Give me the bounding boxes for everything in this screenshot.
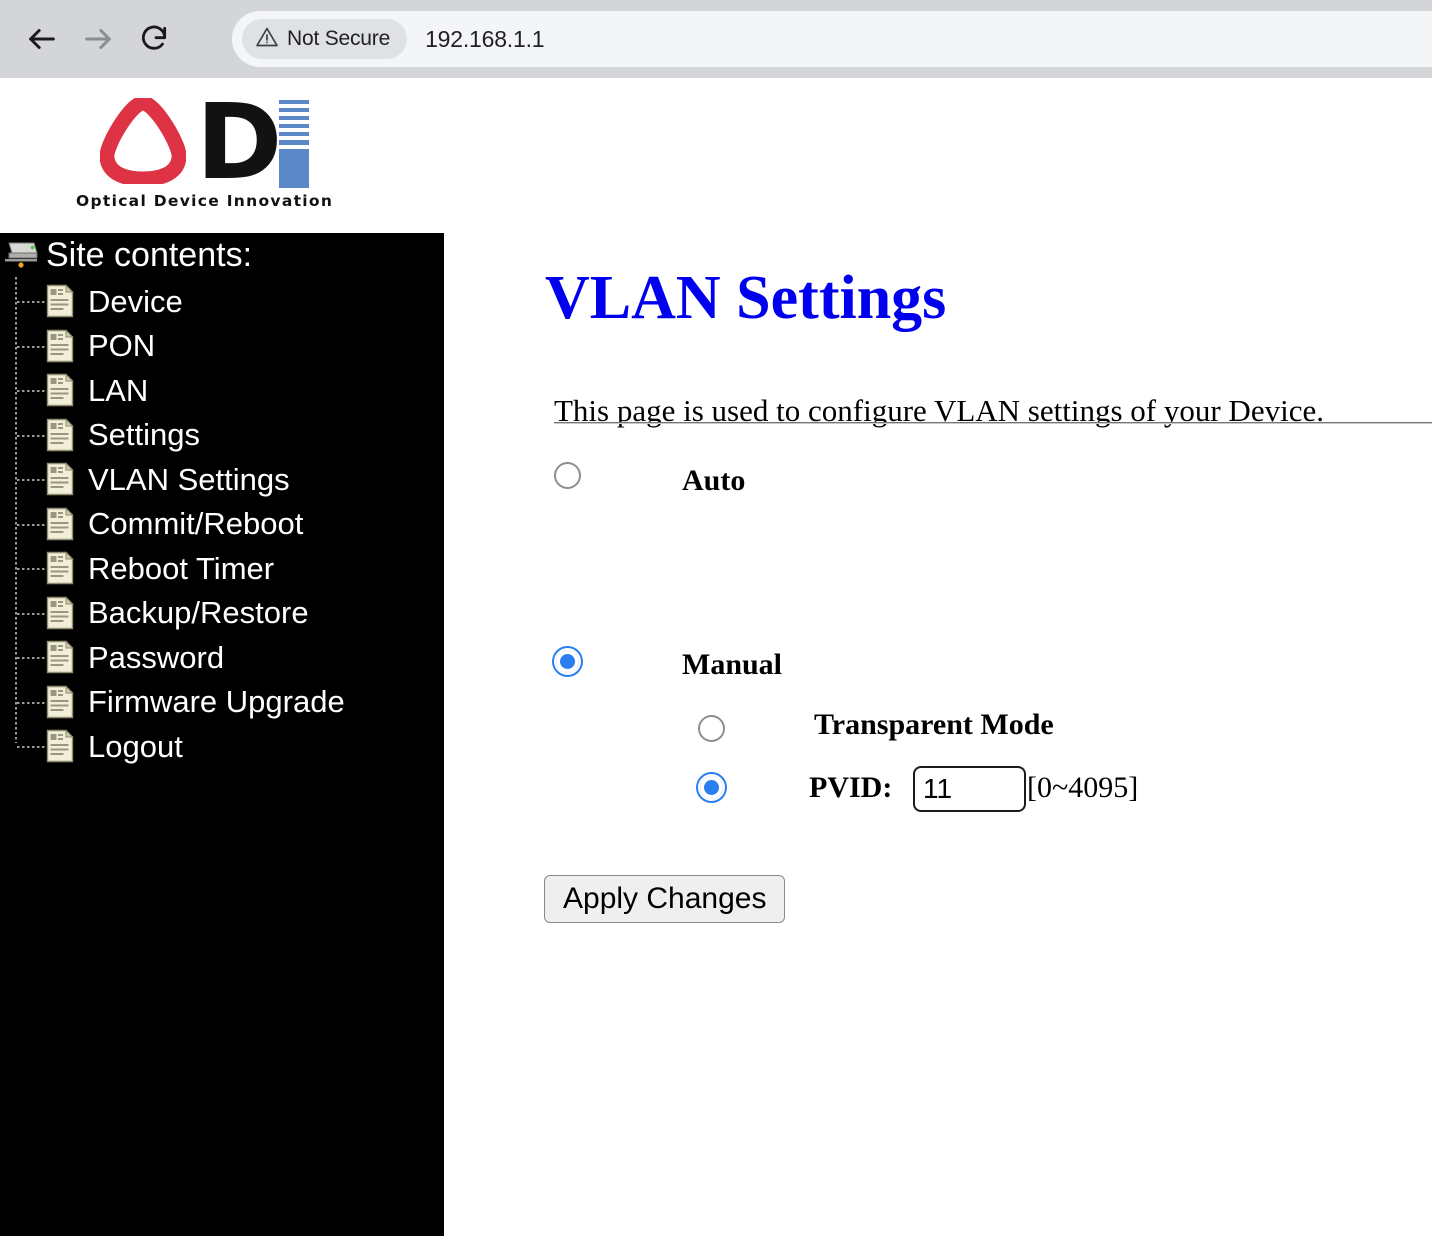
page-viewport: D Optical Device Innovation Site content… [0, 78, 1432, 1236]
sidebar-item-device[interactable]: Device [0, 279, 444, 324]
sidebar-item-commit-reboot[interactable]: Commit/Reboot [0, 502, 444, 547]
document-icon [46, 596, 74, 630]
sidebar-root-node: Site contents: [0, 233, 444, 277]
sidebar-item-label: Device [88, 283, 183, 319]
sidebar-item-label: Settings [88, 417, 201, 453]
logo-triangle-o-icon [99, 95, 187, 187]
sidebar-item-vlan-settings[interactable]: VLAN Settings [0, 457, 444, 502]
reload-icon [138, 23, 170, 55]
sidebar-item-reboot-timer[interactable]: Reboot Timer [0, 546, 444, 591]
radio-auto[interactable] [554, 462, 581, 489]
document-icon [46, 373, 74, 407]
radio-pvid[interactable] [698, 774, 725, 801]
pvid-input[interactable] [913, 766, 1026, 812]
document-icon [46, 284, 74, 318]
sidebar-item-label: Password [88, 639, 225, 675]
logo-letter-i-icon [279, 100, 309, 188]
document-icon [46, 729, 74, 763]
sidebar-item-label: PON [88, 328, 156, 364]
tree-branch-line [17, 568, 45, 570]
browser-toolbar: Not Secure 192.168.1.1 [0, 0, 1432, 78]
document-icon [46, 418, 74, 452]
tree-branch-line [17, 612, 45, 615]
sidebar-item-backup-restore[interactable]: Backup/Restore [0, 591, 444, 636]
logo-tagline: Optical Device Innovation [76, 192, 334, 210]
tree-branch-line [17, 657, 45, 659]
site-security-indicator[interactable]: Not Secure [242, 19, 408, 59]
sidebar-root-label: Site contents: [46, 236, 253, 274]
document-icon [46, 685, 74, 719]
radio-manual[interactable] [554, 648, 581, 675]
label-auto: Auto [682, 464, 746, 497]
back-button[interactable] [14, 11, 70, 67]
sidebar-item-password[interactable]: Password [0, 635, 444, 680]
sidebar-item-list: Device PON LAN Settings VLAN Settings Co… [0, 277, 444, 769]
sidebar-item-logout[interactable]: Logout [0, 724, 444, 769]
label-pvid: PVID: [809, 771, 893, 804]
tree-branch-line [17, 479, 45, 481]
sidebar-item-label: VLAN Settings [88, 461, 290, 497]
url-text[interactable]: 192.168.1.1 [425, 26, 545, 53]
document-icon [46, 329, 74, 363]
sidebar-item-label: Commit/Reboot [88, 506, 304, 542]
sidebar-item-label: Backup/Restore [88, 595, 309, 631]
pvid-range-hint: [0~4095] [1027, 771, 1139, 804]
tree-branch-line [17, 746, 45, 748]
label-manual: Manual [682, 648, 783, 681]
apply-changes-button[interactable]: Apply Changes [544, 875, 786, 923]
label-transparent-mode: Transparent Mode [814, 708, 1054, 741]
sidebar-item-label: Firmware Upgrade [88, 684, 345, 720]
tree-branch-line [17, 301, 45, 303]
sidebar-item-label: Logout [88, 728, 183, 764]
tree-branch-line [17, 701, 45, 704]
page-title: VLAN Settings [545, 263, 947, 332]
main-content: VLAN Settings This page is used to confi… [444, 78, 1432, 1236]
sidebar-item-lan[interactable]: LAN [0, 368, 444, 413]
tree-branch-line [17, 523, 45, 526]
computer-icon [4, 240, 38, 270]
sidebar-item-label: LAN [88, 372, 149, 408]
document-icon [46, 551, 74, 585]
tree-branch-line [17, 345, 45, 348]
arrow-right-icon [81, 22, 115, 56]
sidebar-item-label: Reboot Timer [88, 550, 275, 586]
arrow-left-icon [25, 22, 59, 56]
sidebar-item-firmware-upgrade[interactable]: Firmware Upgrade [0, 680, 444, 725]
radio-transparent-mode[interactable] [698, 715, 725, 742]
divider [554, 422, 1432, 424]
sidebar-item-settings[interactable]: Settings [0, 413, 444, 458]
sidebar-item-pon[interactable]: PON [0, 324, 444, 369]
security-label: Not Secure [287, 27, 391, 50]
odi-logo: D [99, 81, 310, 203]
reload-button[interactable] [126, 11, 182, 67]
document-icon [46, 462, 74, 496]
document-icon [46, 640, 74, 674]
brand-header: D Optical Device Innovation [0, 78, 444, 233]
forward-button[interactable] [70, 11, 126, 67]
address-bar[interactable]: Not Secure 192.168.1.1 [232, 11, 1432, 67]
document-icon [46, 507, 74, 541]
tree-branch-line [17, 434, 45, 437]
warning-triangle-icon [255, 25, 279, 54]
tree-branch-line [17, 390, 45, 392]
logo-letter-d: D [196, 81, 282, 203]
sidebar-navigation: Site contents: Device PON LAN Settings V… [0, 233, 444, 1236]
